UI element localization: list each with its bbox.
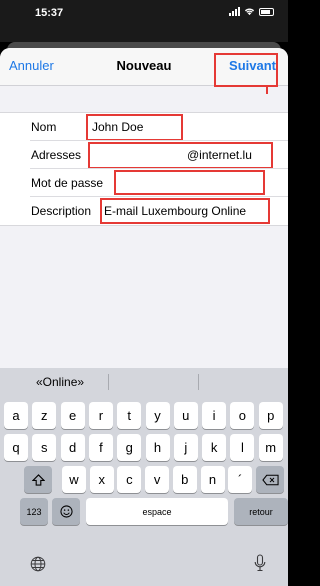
emoji-icon bbox=[59, 505, 73, 518]
key-row3-6[interactable]: ´ bbox=[228, 466, 253, 493]
key-row1-9[interactable]: p bbox=[258, 402, 283, 429]
key-row2-2[interactable]: d bbox=[60, 434, 85, 461]
numbers-key[interactable]: 123 bbox=[20, 498, 48, 525]
suggestion-item[interactable]: «Online» bbox=[36, 375, 84, 389]
description-highlight-box bbox=[100, 198, 270, 224]
key-row2-5[interactable]: h bbox=[145, 434, 170, 461]
key-row2-8[interactable]: l bbox=[230, 434, 255, 461]
signal-icon bbox=[229, 7, 240, 16]
next-highlight-marker bbox=[266, 86, 268, 94]
keyboard: «Online» azertyuiop qsdfghjklm w x c v b n ´ 1… bbox=[0, 368, 288, 586]
return-key[interactable]: retour bbox=[234, 498, 288, 525]
key-row1-8[interactable]: o bbox=[230, 402, 255, 429]
key-row1-7[interactable]: i bbox=[202, 402, 227, 429]
key-row3-5[interactable]: n bbox=[200, 466, 225, 493]
address-label: Adresses bbox=[31, 148, 82, 162]
address-highlight-box bbox=[88, 142, 273, 169]
suggestion-bar: «Online» bbox=[0, 368, 288, 396]
key-row3-4[interactable]: b bbox=[172, 466, 197, 493]
description-label: Description bbox=[31, 204, 92, 218]
status-bar: 15:37 bbox=[0, 0, 288, 42]
status-icons bbox=[229, 7, 274, 16]
key-row2-4[interactable]: g bbox=[117, 434, 142, 461]
next-highlight-box bbox=[214, 53, 278, 87]
delete-key[interactable] bbox=[256, 466, 284, 493]
key-row3-2[interactable]: c bbox=[117, 466, 142, 493]
key-row1-4[interactable]: t bbox=[117, 402, 142, 429]
battery-icon bbox=[259, 7, 274, 16]
key-row1-5[interactable]: y bbox=[145, 402, 170, 429]
key-row2-1[interactable]: s bbox=[32, 434, 57, 461]
key-row2-3[interactable]: f bbox=[88, 434, 113, 461]
new-account-sheet: Annuler Nouveau Suivant Nom John Doe Adr… bbox=[0, 48, 288, 586]
name-highlight-box bbox=[86, 114, 183, 141]
key-row2-6[interactable]: j bbox=[173, 434, 198, 461]
shift-key[interactable] bbox=[24, 466, 52, 493]
delete-icon bbox=[261, 474, 279, 485]
space-key[interactable]: espace bbox=[86, 498, 228, 525]
key-row3-0[interactable]: w bbox=[62, 466, 86, 493]
key-row2-0[interactable]: q bbox=[4, 434, 28, 461]
key-row1-0[interactable]: a bbox=[4, 402, 28, 429]
globe-icon[interactable] bbox=[30, 556, 46, 572]
description-row: Description E-mail Luxembourg Online bbox=[0, 197, 288, 225]
key-row1-3[interactable]: r bbox=[88, 402, 113, 429]
key-row2-9[interactable]: m bbox=[258, 434, 283, 461]
wifi-icon bbox=[244, 8, 255, 16]
key-row1-2[interactable]: e bbox=[60, 402, 85, 429]
name-label: Nom bbox=[31, 120, 57, 134]
password-label: Mot de passe bbox=[31, 176, 104, 190]
name-row: Nom John Doe bbox=[0, 113, 288, 141]
key-row1-6[interactable]: u bbox=[173, 402, 198, 429]
account-form: Nom John Doe Adresses @internet.lu Mot d… bbox=[0, 112, 288, 226]
key-row3-3[interactable]: v bbox=[145, 466, 170, 493]
key-row3-1[interactable]: x bbox=[89, 466, 114, 493]
emoji-key[interactable] bbox=[52, 498, 80, 525]
password-highlight-box bbox=[114, 170, 265, 195]
address-row: Adresses @internet.lu bbox=[0, 141, 288, 169]
status-time: 15:37 bbox=[35, 7, 64, 19]
key-row1-1[interactable]: z bbox=[32, 402, 57, 429]
password-row: Mot de passe bbox=[0, 169, 288, 197]
shift-icon bbox=[31, 473, 45, 486]
microphone-icon[interactable] bbox=[254, 554, 266, 572]
key-row2-7[interactable]: k bbox=[202, 434, 227, 461]
